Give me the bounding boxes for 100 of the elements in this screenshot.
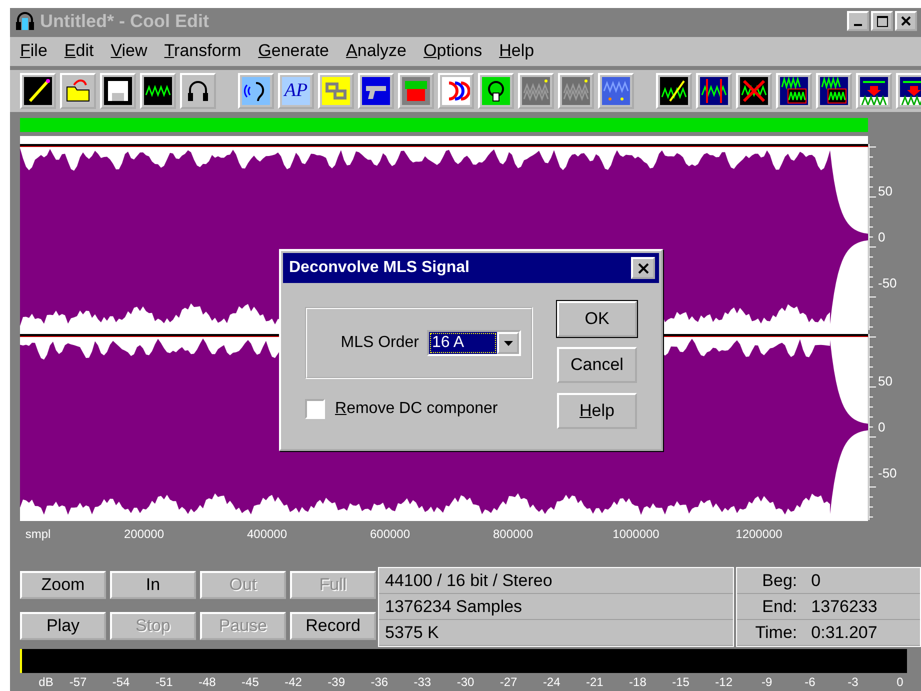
- link-icon: [322, 76, 350, 105]
- window-title: Untitled* - Cool Edit: [40, 10, 210, 32]
- close-button[interactable]: [631, 257, 655, 279]
- toolbar-button[interactable]: [656, 72, 692, 109]
- meter-label: 0: [896, 675, 904, 690]
- menu-item[interactable]: Transform: [156, 41, 250, 62]
- meter-label: -3: [848, 675, 858, 690]
- time-value: 0:31.207: [803, 620, 920, 646]
- scale-label: 0: [878, 420, 886, 435]
- nodes-icon: [482, 76, 510, 105]
- headphones-icon: [14, 10, 36, 32]
- meter-label: -18: [629, 675, 646, 690]
- transport-button[interactable]: Zoom: [20, 571, 106, 600]
- time-label: Beg:: [737, 568, 804, 594]
- minimize-icon: [854, 24, 862, 26]
- ruler-unit: smpl: [25, 527, 51, 542]
- transport-button[interactable]: Record: [290, 612, 376, 640]
- toolbar-button[interactable]: [60, 72, 96, 109]
- transport-button[interactable]: Play: [20, 612, 106, 640]
- scale-label: 0: [878, 230, 886, 245]
- toolbar-button[interactable]: [180, 72, 216, 109]
- waveform-icon: [660, 76, 688, 105]
- meter-label: -45: [242, 675, 259, 690]
- menu-item[interactable]: Help: [491, 41, 544, 62]
- meter-label: -42: [284, 675, 302, 690]
- toolbar-button[interactable]: [896, 72, 921, 109]
- scale-label: -50: [878, 466, 897, 481]
- meter-label: -12: [715, 675, 732, 690]
- time-label: Time:: [737, 620, 804, 646]
- checkbox[interactable]: [305, 399, 325, 419]
- toolbar-button[interactable]: [696, 72, 732, 109]
- meter-label: -54: [112, 675, 130, 690]
- maximize-button[interactable]: [871, 11, 893, 32]
- dialog-button[interactable]: Help: [557, 393, 637, 429]
- waveform-icon: [740, 76, 768, 105]
- menu-item[interactable]: Analyze: [338, 41, 416, 62]
- menu-item[interactable]: File: [12, 41, 56, 62]
- toolbar-button[interactable]: [478, 72, 514, 109]
- close-icon: [901, 16, 911, 26]
- dialog-title: Deconvolve MLS Signal: [289, 259, 470, 277]
- waveform-icon: [780, 76, 808, 105]
- meter-label: -27: [500, 675, 518, 690]
- checkbox-label: Remove DC componer: [335, 400, 498, 418]
- ruler-label: 800000: [492, 527, 534, 542]
- meter-label: -6: [804, 675, 816, 690]
- meter-label: -24: [542, 675, 560, 690]
- pencil-icon: [24, 76, 52, 105]
- maximize-icon: [876, 16, 888, 27]
- transport-button[interactable]: In: [110, 571, 196, 600]
- waveform-icon: [700, 76, 728, 105]
- menu-item[interactable]: Generate: [250, 41, 338, 62]
- arcs-icon: [442, 76, 470, 105]
- minimize-button[interactable]: [847, 11, 869, 32]
- scale-label: 50: [878, 184, 892, 199]
- waveform-icon: [860, 76, 888, 105]
- meter-label: -57: [69, 675, 87, 690]
- dialog-button[interactable]: OK: [557, 301, 637, 337]
- waveform-icon: [820, 76, 848, 105]
- file-info: 44100 / 16 bit / Stereo: [379, 568, 734, 594]
- ruler-label: 400000: [246, 527, 288, 542]
- field-label: MLS Order: [340, 334, 419, 352]
- noise-icon: [522, 76, 550, 105]
- meter-label: -36: [370, 675, 388, 690]
- toolbar-button[interactable]: [140, 72, 176, 109]
- meter-label: -39: [328, 675, 345, 690]
- pistol-icon: [362, 76, 390, 105]
- toolbar-button[interactable]: [816, 72, 852, 109]
- toolbar-button[interactable]: [358, 72, 394, 109]
- close-button[interactable]: [895, 11, 917, 32]
- meter-label: -51: [155, 675, 173, 690]
- meter-label: -21: [586, 675, 604, 690]
- noise-icon: [562, 76, 590, 105]
- toolbar-button[interactable]: [20, 72, 56, 109]
- scale-label: 50: [878, 374, 892, 389]
- toolbar-button[interactable]: [100, 72, 136, 109]
- meter-unit: dB: [38, 675, 54, 690]
- order-dropdown[interactable]: 16 A: [427, 330, 521, 356]
- ruler-label: 200000: [124, 527, 164, 542]
- toolbar-button[interactable]: [856, 72, 892, 109]
- toolbar-button[interactable]: [736, 72, 772, 109]
- ruler-label: 1200000: [736, 527, 782, 542]
- menu-item[interactable]: Edit: [56, 41, 103, 62]
- menu-item[interactable]: View: [102, 41, 156, 62]
- toolbar-button[interactable]: [438, 72, 474, 109]
- toolbar-button[interactable]: [776, 72, 812, 109]
- close-icon: [638, 262, 648, 274]
- floppy-waveform-icon: [144, 76, 172, 105]
- file-info: 5375 K: [379, 620, 734, 646]
- ruler-label: 1000000: [612, 527, 660, 542]
- time-value: 0: [803, 568, 920, 594]
- noise-icon: [602, 76, 630, 105]
- ruler-label: 600000: [370, 527, 410, 542]
- caret-icon: [504, 340, 512, 346]
- dialog-button[interactable]: Cancel: [557, 347, 637, 383]
- toolbar-button[interactable]: [238, 72, 274, 109]
- meter-label: -48: [198, 675, 216, 690]
- floppy-icon: [104, 76, 132, 105]
- time-value: 1376233: [803, 594, 920, 620]
- menu-item[interactable]: Options: [416, 41, 492, 62]
- meter-label: -33: [414, 675, 432, 690]
